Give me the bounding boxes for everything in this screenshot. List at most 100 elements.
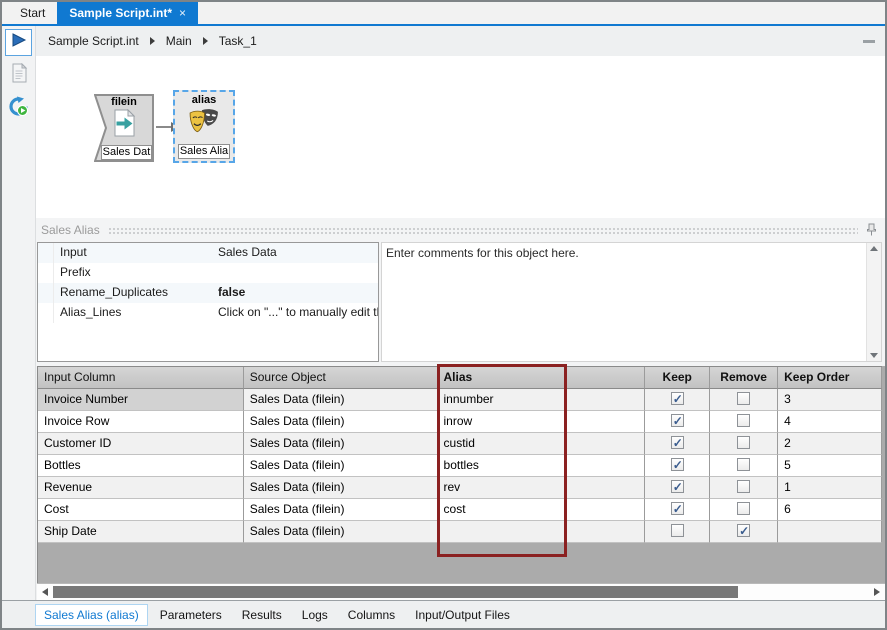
scroll-left-icon[interactable] <box>37 584 53 600</box>
tab-input-output-files[interactable]: Input/Output Files <box>407 605 518 625</box>
comments-scrollbar[interactable] <box>866 243 881 361</box>
cell-source-object: Sales Data (filein) <box>244 433 438 455</box>
cell-input-column[interactable]: Bottles <box>38 455 244 477</box>
table-row[interactable]: Invoice Row Sales Data (filein) inrow 4 <box>38 411 882 433</box>
breadcrumb-item-main[interactable]: Main <box>164 34 194 48</box>
keep-checkbox[interactable] <box>671 414 684 427</box>
remove-checkbox[interactable] <box>737 480 750 493</box>
property-value-alias-lines[interactable]: Click on "..." to manually edit the al <box>214 303 378 323</box>
cell-alias[interactable]: custid <box>438 433 646 455</box>
tab-sample-script[interactable]: Sample Script.int* × <box>57 2 198 24</box>
tab-start-label: Start <box>20 6 45 20</box>
breadcrumb: Sample Script.int Main Task_1 <box>36 26 885 56</box>
cell-keep-order[interactable]: 4 <box>778 411 882 433</box>
remove-checkbox[interactable] <box>737 458 750 471</box>
scroll-down-icon[interactable] <box>870 353 878 358</box>
horizontal-scrollbar[interactable] <box>37 583 885 600</box>
column-header-source-object[interactable]: Source Object <box>244 367 438 389</box>
document-tab-bar: Start Sample Script.int* × <box>2 2 885 24</box>
cell-input-column[interactable]: Customer ID <box>38 433 244 455</box>
cell-source-object: Sales Data (filein) <box>244 455 438 477</box>
cell-keep-order[interactable]: 2 <box>778 433 882 455</box>
table-row[interactable]: Customer ID Sales Data (filein) custid 2 <box>38 433 882 455</box>
cell-keep-order[interactable]: 1 <box>778 477 882 499</box>
property-value-input[interactable]: Sales Data <box>214 243 378 263</box>
remove-checkbox[interactable] <box>737 392 750 405</box>
property-value-prefix[interactable] <box>214 263 378 283</box>
keep-checkbox[interactable] <box>671 502 684 515</box>
scrollbar-track[interactable] <box>53 584 869 600</box>
property-row: Input Sales Data <box>38 243 378 263</box>
cell-alias[interactable]: innumber <box>438 389 646 411</box>
tab-logs[interactable]: Logs <box>294 605 336 625</box>
comments-placeholder: Enter comments for this object here. <box>382 243 866 361</box>
keep-checkbox[interactable] <box>671 524 684 537</box>
node-filein[interactable]: filein Sales Dat <box>94 94 154 162</box>
node-alias[interactable]: alias <box>173 90 235 163</box>
flow-canvas[interactable]: filein Sales Dat alias <box>36 56 885 218</box>
tab-results[interactable]: Results <box>234 605 290 625</box>
keep-checkbox[interactable] <box>671 436 684 449</box>
tab-sales-alias[interactable]: Sales Alias (alias) <box>35 604 148 626</box>
column-header-alias[interactable]: Alias <box>438 367 646 389</box>
cell-keep-order[interactable]: 5 <box>778 455 882 477</box>
remove-checkbox[interactable] <box>737 524 750 537</box>
keep-checkbox[interactable] <box>671 458 684 471</box>
panel-title-label: Sales Alias <box>41 223 100 237</box>
property-row: Prefix <box>38 263 378 283</box>
bottom-tab-bar: Sales Alias (alias) Parameters Results L… <box>2 600 885 628</box>
collapse-panel-icon[interactable] <box>863 40 875 43</box>
scroll-right-icon[interactable] <box>869 584 885 600</box>
remove-checkbox[interactable] <box>737 414 750 427</box>
scrollbar-thumb[interactable] <box>53 586 738 598</box>
close-icon[interactable]: × <box>179 7 186 19</box>
cell-alias[interactable]: inrow <box>438 411 646 433</box>
left-toolbar <box>2 26 36 600</box>
script-document-button[interactable] <box>5 62 32 89</box>
remove-checkbox[interactable] <box>737 502 750 515</box>
table-row[interactable]: Bottles Sales Data (filein) bottles 5 <box>38 455 882 477</box>
property-value-rename-duplicates[interactable]: false <box>214 283 378 303</box>
comments-box[interactable]: Enter comments for this object here. <box>381 242 882 362</box>
run-history-button[interactable] <box>5 95 32 122</box>
cell-keep-order[interactable]: 6 <box>778 499 882 521</box>
panel-title-dots <box>108 227 858 235</box>
breadcrumb-item-script[interactable]: Sample Script.int <box>46 34 141 48</box>
keep-checkbox[interactable] <box>671 480 684 493</box>
pin-icon[interactable] <box>866 223 877 237</box>
table-row[interactable]: Cost Sales Data (filein) cost 6 <box>38 499 882 521</box>
column-header-keep[interactable]: Keep <box>645 367 710 389</box>
cell-alias[interactable]: bottles <box>438 455 646 477</box>
scroll-up-icon[interactable] <box>870 246 878 251</box>
column-header-keep-order[interactable]: Keep Order <box>778 367 882 389</box>
breadcrumb-item-task[interactable]: Task_1 <box>217 34 259 48</box>
cell-alias[interactable]: cost <box>438 499 646 521</box>
node-alias-label: Sales Alia <box>178 144 230 159</box>
cell-alias[interactable] <box>438 521 646 543</box>
table-row[interactable]: Revenue Sales Data (filein) rev 1 <box>38 477 882 499</box>
tab-sample-script-label: Sample Script.int* <box>69 6 172 20</box>
column-header-input-column[interactable]: Input Column <box>38 367 244 389</box>
cell-alias[interactable]: rev <box>438 477 646 499</box>
cell-keep-order[interactable]: 3 <box>778 389 882 411</box>
tab-columns[interactable]: Columns <box>340 605 403 625</box>
cell-input-column[interactable]: Invoice Row <box>38 411 244 433</box>
cell-input-column[interactable]: Ship Date <box>38 521 244 543</box>
tab-parameters[interactable]: Parameters <box>152 605 230 625</box>
remove-checkbox[interactable] <box>737 436 750 449</box>
tab-start[interactable]: Start <box>8 2 57 24</box>
table-row[interactable]: Invoice Number Sales Data (filein) innum… <box>38 389 882 411</box>
keep-checkbox[interactable] <box>671 392 684 405</box>
column-header-remove[interactable]: Remove <box>710 367 778 389</box>
columns-table: Input Column Source Object Alias Keep Re… <box>37 366 882 543</box>
cell-input-column[interactable]: Cost <box>38 499 244 521</box>
cell-source-object: Sales Data (filein) <box>244 477 438 499</box>
table-empty-area <box>37 543 882 583</box>
run-flow-button[interactable] <box>5 29 32 56</box>
cell-input-column[interactable]: Revenue <box>38 477 244 499</box>
table-row[interactable]: Ship Date Sales Data (filein) <box>38 521 882 543</box>
table-header-row: Input Column Source Object Alias Keep Re… <box>38 367 882 389</box>
cell-input-column[interactable]: Invoice Number <box>38 389 244 411</box>
cell-keep-order[interactable] <box>778 521 882 543</box>
property-name: Prefix <box>54 263 214 283</box>
